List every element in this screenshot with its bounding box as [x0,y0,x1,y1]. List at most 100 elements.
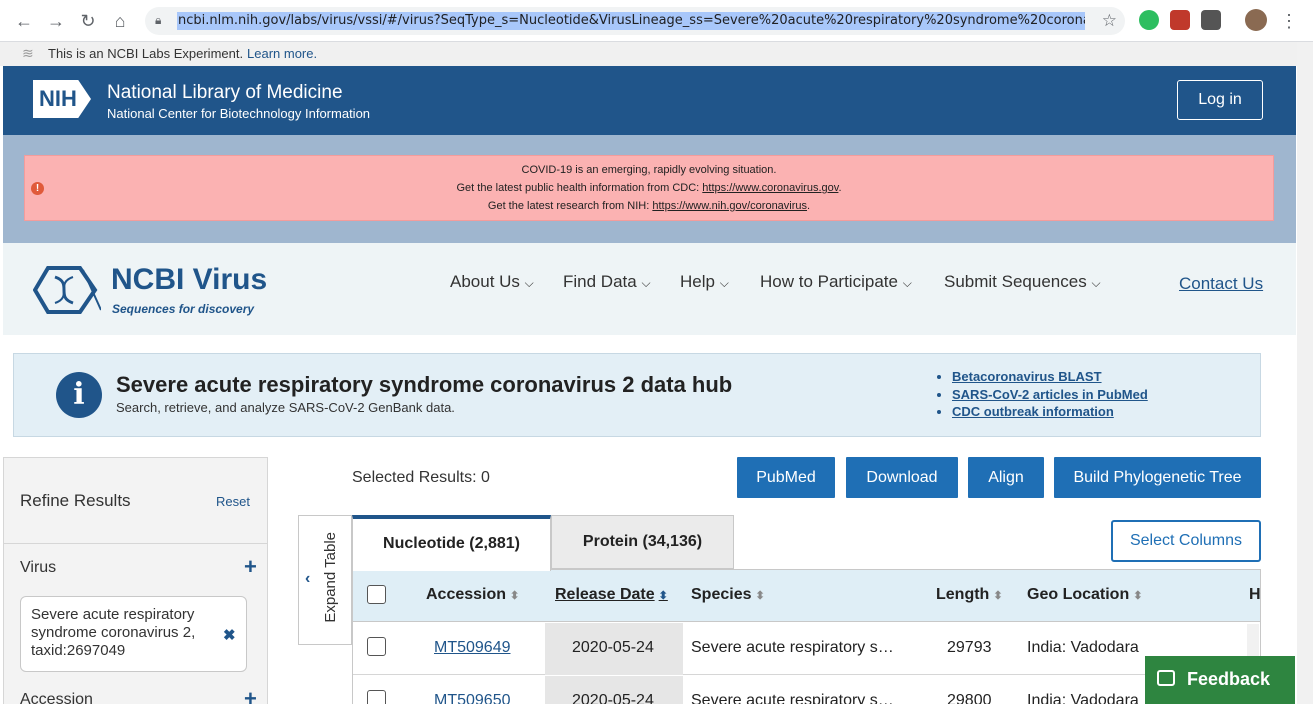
chevron-down-icon: ⌵ [719,276,729,290]
selected-results-count: Selected Results: 0 [352,469,490,486]
alert-icon: ! [31,182,44,195]
covid-banner-wrapper: ! COVID-19 is an emerging, rapidly evolv… [3,135,1296,243]
address-bar[interactable]: 🔒︎ ncbi.nlm.nih.gov/labs/virus/vssi/#/vi… [145,7,1125,35]
hub-link-item: Betacoronavirus BLAST [952,368,1148,386]
virus-filter-label[interactable]: Virus [20,559,56,577]
home-icon[interactable]: ⌂ [109,10,131,32]
reset-link[interactable]: Reset [216,494,250,509]
learn-more-link[interactable]: Learn more. [247,46,317,61]
labs-text: This is an NCBI Labs Experiment. [48,46,244,61]
sort-icon: ⬍ [755,590,765,602]
length-cell: 29800 [947,692,992,704]
cdc-outbreak-link[interactable]: CDC outbreak information [952,404,1114,419]
lock-icon: 🔒︎ [155,13,162,27]
table-row[interactable]: MT509650 2020-05-24 Severe acute respira… [353,676,1260,704]
tab-nucleotide[interactable]: Nucleotide (2,881) [352,515,551,571]
column-geo-location[interactable]: Geo Location ⬍ [1027,586,1142,604]
column-host[interactable]: H [1249,586,1260,604]
species-cell: Severe acute respiratory s… [691,639,894,656]
expand-table-toggle[interactable]: Expand Table ‹ [298,515,352,645]
cors-extension-icon[interactable] [1170,10,1190,30]
refine-results-title: Refine Results [20,491,131,510]
hub-link-item: SARS-CoV-2 articles in PubMed [952,386,1148,404]
hub-link-item: CDC outbreak information [952,403,1148,421]
ncbi-virus-header: NCBI Virus Sequences for discovery About… [3,243,1296,335]
covid-line-3: Get the latest research from NIH: https:… [487,200,811,212]
nav-help[interactable]: Help ⌵ [680,272,729,292]
build-phylogenetic-tree-button[interactable]: Build Phylogenetic Tree [1054,457,1261,498]
column-species[interactable]: Species ⬍ [691,586,765,604]
feedback-button[interactable]: Feedback [1145,656,1295,704]
nav-submit-sequences[interactable]: Submit Sequences ⌵ [944,272,1101,292]
pubmed-button[interactable]: PubMed [737,457,835,498]
chevron-down-icon: ⌵ [524,276,534,290]
nih-logo[interactable]: NIH [33,80,91,118]
evernote-extension-icon[interactable] [1139,10,1159,30]
results-table: Accession ⬍ Release Date ⬍ Species ⬍ Length… [352,569,1261,704]
contact-us-link[interactable]: Contact Us [1179,274,1263,294]
ncbi-subtitle: National Center for Biotechnology Inform… [107,106,371,121]
geo-location-cell: India: Vadodara [1027,692,1139,704]
row-checkbox[interactable] [367,637,386,656]
tab-protein[interactable]: Protein (34,136) [551,515,734,569]
extension-icon[interactable] [1201,10,1221,30]
align-button[interactable]: Align [968,457,1044,498]
nav-find-data[interactable]: Find Data ⌵ [563,272,651,292]
sort-icon: ⬍ [510,590,520,602]
accession-link[interactable]: MT509650 [434,692,511,704]
select-all-checkbox[interactable] [367,585,386,604]
pubmed-articles-link[interactable]: SARS-CoV-2 articles in PubMed [952,387,1148,402]
nav-how-to-participate[interactable]: How to Participate ⌵ [760,272,912,292]
accession-link[interactable]: MT509649 [434,639,511,657]
page-scrollbar[interactable] [1297,42,1313,704]
release-date-cell: 2020-05-24 [572,639,654,656]
covid-alert: ! COVID-19 is an emerging, rapidly evolv… [24,155,1274,221]
column-length[interactable]: Length ⬍ [936,586,1003,604]
column-release-date[interactable]: Release Date ⬍ [555,586,668,604]
comment-icon [1157,670,1175,686]
table-row[interactable]: MT509649 2020-05-24 Severe acute respira… [353,623,1260,675]
profile-avatar[interactable] [1245,9,1267,31]
login-button[interactable]: Log in [1177,80,1263,120]
url-text[interactable]: ncbi.nlm.nih.gov/labs/virus/vssi/#/virus… [177,12,1085,30]
release-date-cell: 2020-05-24 [572,692,654,704]
nav-about-us[interactable]: About Us ⌵ [450,272,534,292]
table-header: Accession ⬍ Release Date ⬍ Species ⬍ Length… [353,570,1260,622]
bookmark-star-icon[interactable]: ☆ [1102,11,1117,31]
row-checkbox[interactable] [367,690,386,704]
ncbi-virus-title[interactable]: NCBI Virus [111,263,267,297]
plus-icon[interactable]: + [244,686,257,704]
back-icon[interactable]: ← [13,10,35,32]
menu-kebab-icon[interactable]: ⋮ [1278,10,1300,32]
sort-desc-icon: ⬍ [658,590,668,602]
labs-notice-bar: ≋ This is an NCBI Labs Experiment. Learn… [0,42,1297,66]
browser-toolbar: ← → ↻ ⌂ 🔒︎ ncbi.nlm.nih.gov/labs/virus/v… [0,0,1313,42]
column-accession[interactable]: Accession ⬍ [426,586,519,604]
info-icon: i [56,372,102,418]
chevron-left-icon: ‹ [305,570,311,587]
ncbi-virus-logo-icon[interactable] [33,265,101,315]
download-button[interactable]: Download [846,457,958,498]
virus-filter-value: Severe acute respiratory syndrome corona… [31,606,196,659]
plus-icon[interactable]: + [244,554,257,580]
refine-results-sidebar: Refine Results Reset Virus + Severe acut… [3,457,268,704]
betacoronavirus-blast-link[interactable]: Betacoronavirus BLAST [952,369,1102,384]
cdc-link[interactable]: https://www.coronavirus.gov [702,182,838,194]
forward-icon[interactable]: → [45,10,67,32]
nih-coronavirus-link[interactable]: https://www.nih.gov/coronavirus [652,200,807,212]
divider [4,543,267,544]
geo-location-cell: India: Vadodara [1027,639,1139,656]
data-hub-banner: i Severe acute respiratory syndrome coro… [13,353,1261,437]
chevron-down-icon: ⌵ [641,276,651,290]
remove-filter-icon[interactable]: ✖ [223,627,236,645]
nlm-title[interactable]: National Library of Medicine [107,82,343,104]
hub-title: Severe acute respiratory syndrome corona… [116,372,733,397]
expand-table-label: Expand Table [322,532,339,623]
reload-icon[interactable]: ↻ [77,10,99,32]
nih-header: NIH National Library of Medicine Nationa… [3,66,1296,135]
chevron-down-icon: ⌵ [1091,276,1101,290]
accession-filter-label[interactable]: Accession [20,691,93,704]
covid-line-2: Get the latest public health information… [456,182,842,194]
select-columns-button[interactable]: Select Columns [1111,520,1261,562]
chevron-down-icon: ⌵ [902,276,912,290]
